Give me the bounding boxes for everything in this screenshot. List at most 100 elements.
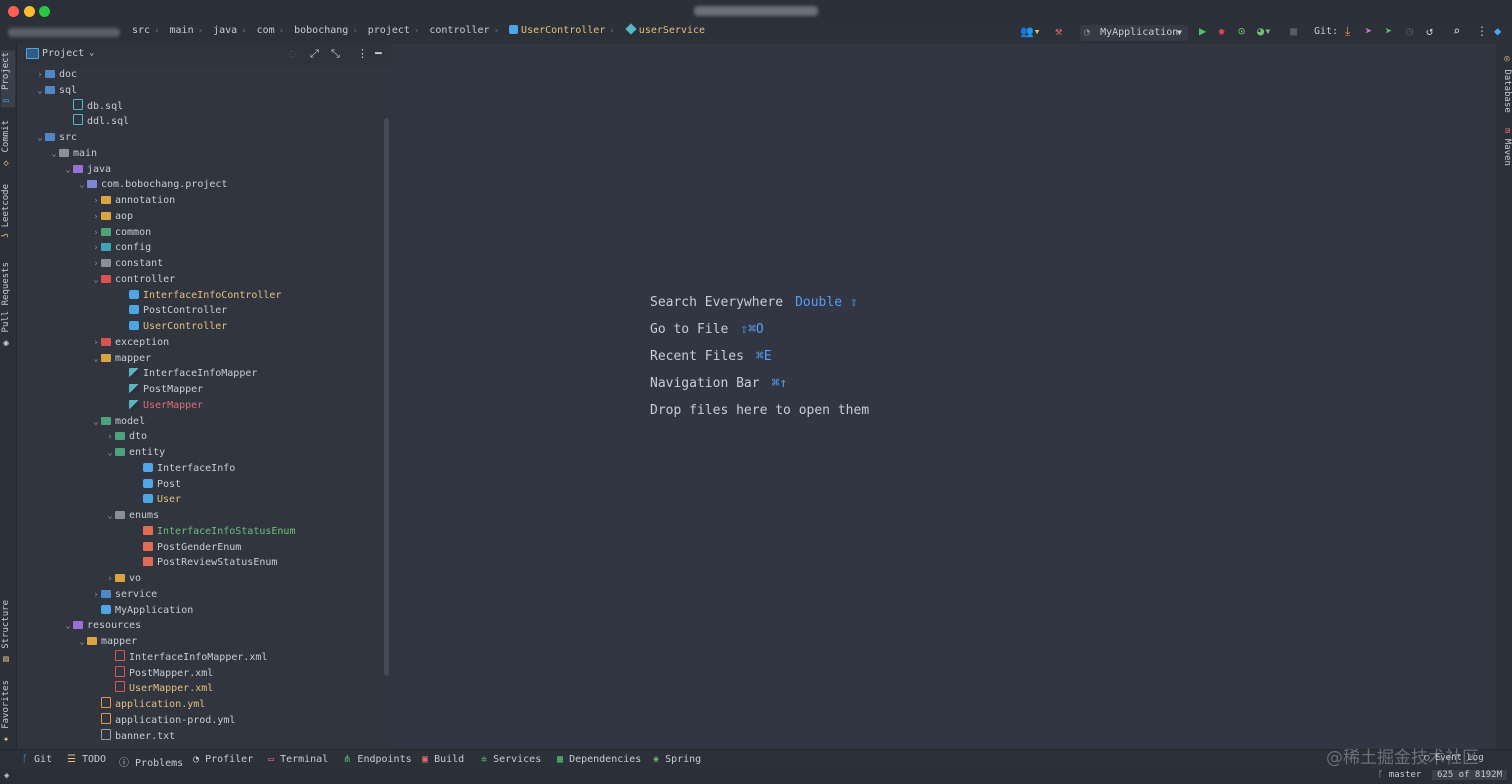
- project-view-select[interactable]: Project: [42, 48, 84, 59]
- breadcrumb-com[interactable]: com: [257, 25, 275, 36]
- tab-git[interactable]: ᚴ Git: [22, 754, 52, 765]
- tab-build[interactable]: ▣ Build: [422, 754, 464, 765]
- tab-terminal[interactable]: ▭ Terminal: [268, 754, 328, 765]
- tree-node[interactable]: ⌄ enums: [105, 508, 159, 524]
- tree-node[interactable]: InterfaceInfoMapper.xml: [105, 649, 267, 666]
- tree-node[interactable]: PostController: [119, 303, 227, 319]
- tab-pull-requests[interactable]: ◉ Pull Requests: [1, 262, 15, 348]
- chevron-right-icon[interactable]: ›: [105, 571, 115, 587]
- hide-panel-icon[interactable]: ━: [375, 47, 382, 60]
- tab-database[interactable]: ◎ Database: [1498, 54, 1512, 113]
- tab-todo[interactable]: ☰ TODO: [67, 754, 106, 765]
- chevron-right-icon[interactable]: ›: [91, 256, 101, 272]
- event-log-button[interactable]: ◯ Event Log: [1424, 753, 1484, 763]
- tree-node[interactable]: PostMapper.xml: [105, 665, 213, 682]
- tab-problems[interactable]: ⓘ Problems: [119, 754, 183, 769]
- tab-endpoints[interactable]: ⋔ Endpoints: [343, 754, 412, 765]
- tab-services[interactable]: ✲ Services: [481, 754, 541, 765]
- search-icon[interactable]: ⌕: [1453, 25, 1460, 37]
- chevron-right-icon[interactable]: ›: [105, 429, 115, 445]
- tree-node[interactable]: ⌄ sql: [35, 83, 77, 99]
- tab-project[interactable]: ▭ Project: [1, 50, 15, 108]
- breadcrumb-bobochang[interactable]: bobochang: [294, 25, 348, 36]
- tree-node[interactable]: application.yml: [91, 697, 205, 713]
- stop-icon[interactable]: ■: [1290, 25, 1297, 37]
- run-icon[interactable]: ▶: [1199, 25, 1206, 37]
- more-icon[interactable]: ⋮: [1476, 25, 1488, 37]
- project-name-blurred[interactable]: [8, 28, 120, 37]
- chevron-right-icon[interactable]: ›: [35, 67, 45, 83]
- tab-commit[interactable]: ◇ Commit: [1, 120, 15, 168]
- rollback-icon[interactable]: ↺: [1426, 25, 1433, 37]
- tree-node[interactable]: ⌄ src: [35, 130, 77, 146]
- chevron-down-icon[interactable]: ⌄: [77, 634, 87, 650]
- tab-profiler[interactable]: ◔ Profiler: [193, 754, 253, 765]
- chevron-down-icon[interactable]: ⌄: [77, 177, 87, 193]
- git-update-icon[interactable]: ⤓: [1345, 25, 1350, 37]
- git-push-icon[interactable]: ➤: [1385, 25, 1392, 37]
- tab-spring[interactable]: ❀ Spring: [653, 754, 701, 765]
- run-configuration-select[interactable]: ◔ MyApplication ▼: [1080, 25, 1188, 41]
- chevron-down-icon[interactable]: ⌄: [63, 618, 73, 634]
- tab-structure[interactable]: ▤ Structure: [1, 600, 15, 664]
- tree-node[interactable]: › service: [91, 587, 157, 603]
- tree-node[interactable]: ⌄ mapper: [77, 634, 137, 650]
- expand-all-icon[interactable]: ⤢: [310, 47, 319, 61]
- tree-node[interactable]: PostReviewStatusEnum: [133, 555, 277, 571]
- hammer-icon[interactable]: ⚒: [1055, 25, 1062, 37]
- zoom-window-button[interactable]: [39, 6, 50, 17]
- tree-node[interactable]: ⌄ main: [49, 146, 97, 162]
- tree-node[interactable]: UserMapper.xml: [105, 681, 213, 697]
- tree-node[interactable]: MyApplication: [91, 603, 193, 619]
- tree-node[interactable]: › dto: [105, 429, 147, 445]
- chevron-down-icon[interactable]: ⌄: [105, 445, 115, 461]
- tree-node[interactable]: ⌄ entity: [105, 445, 165, 461]
- breadcrumb-src[interactable]: src: [132, 25, 150, 36]
- tab-maven[interactable]: m Maven: [1498, 128, 1512, 166]
- memory-indicator[interactable]: 625 of 8192M: [1432, 770, 1508, 780]
- tree-node[interactable]: ⌄ java: [63, 162, 111, 178]
- tree-node[interactable]: ⌄ controller: [91, 272, 175, 288]
- tree-node[interactable]: › doc: [35, 67, 77, 83]
- chevron-right-icon[interactable]: ›: [91, 209, 101, 225]
- options-icon[interactable]: ⋮: [357, 47, 368, 60]
- tree-scrollbar[interactable]: [384, 118, 389, 676]
- tree-node[interactable]: InterfaceInfoController: [119, 288, 281, 304]
- chevron-down-icon[interactable]: ⌄: [63, 162, 73, 178]
- tab-dependencies[interactable]: ▦ Dependencies: [557, 754, 641, 765]
- tree-node[interactable]: UserController: [119, 319, 227, 335]
- tree-node[interactable]: › vo: [105, 571, 141, 587]
- chevron-down-icon[interactable]: ⌄: [105, 508, 115, 524]
- breadcrumb-java[interactable]: java: [213, 25, 237, 36]
- profile-icon[interactable]: ◕▾: [1257, 25, 1271, 37]
- close-window-button[interactable]: [8, 6, 19, 17]
- breadcrumb-main[interactable]: main: [170, 25, 194, 36]
- chevron-right-icon[interactable]: ›: [91, 240, 101, 256]
- tree-node[interactable]: › exception: [91, 335, 169, 351]
- history-icon[interactable]: ◷: [1406, 25, 1413, 37]
- tab-leetcode[interactable]: ʖ Leetcode: [1, 184, 15, 238]
- chevron-down-icon[interactable]: ⌄: [35, 130, 45, 146]
- chevron-down-icon[interactable]: ⌄: [89, 48, 94, 58]
- chevron-right-icon[interactable]: ›: [91, 193, 101, 209]
- coverage-icon[interactable]: ⊙: [1238, 25, 1245, 37]
- tree-node[interactable]: db.sql: [63, 98, 123, 115]
- tree-node[interactable]: PostMapper: [119, 382, 203, 398]
- debug-icon[interactable]: ✹: [1218, 25, 1225, 37]
- tree-node[interactable]: Post: [133, 477, 181, 493]
- tree-node[interactable]: InterfaceInfo: [133, 461, 235, 477]
- breadcrumb-project[interactable]: project: [368, 25, 410, 36]
- chevron-down-icon[interactable]: ⌄: [35, 83, 45, 99]
- git-branch-widget[interactable]: ᚴ master: [1378, 770, 1421, 780]
- tree-node[interactable]: InterfaceInfoStatusEnum: [133, 524, 295, 540]
- tree-node[interactable]: › common: [91, 225, 151, 241]
- git-commit-icon[interactable]: ➤: [1365, 25, 1372, 37]
- locate-icon[interactable]: ◌: [289, 47, 296, 60]
- chevron-down-icon[interactable]: ⌄: [91, 351, 101, 367]
- breadcrumb-controller[interactable]: controller: [429, 25, 489, 36]
- chevron-down-icon[interactable]: ⌄: [91, 414, 101, 430]
- users-icon[interactable]: 👥▾: [1020, 26, 1040, 38]
- tree-node[interactable]: InterfaceInfoMapper: [119, 366, 257, 382]
- tree-node[interactable]: › config: [91, 240, 151, 256]
- chevron-down-icon[interactable]: ⌄: [91, 272, 101, 288]
